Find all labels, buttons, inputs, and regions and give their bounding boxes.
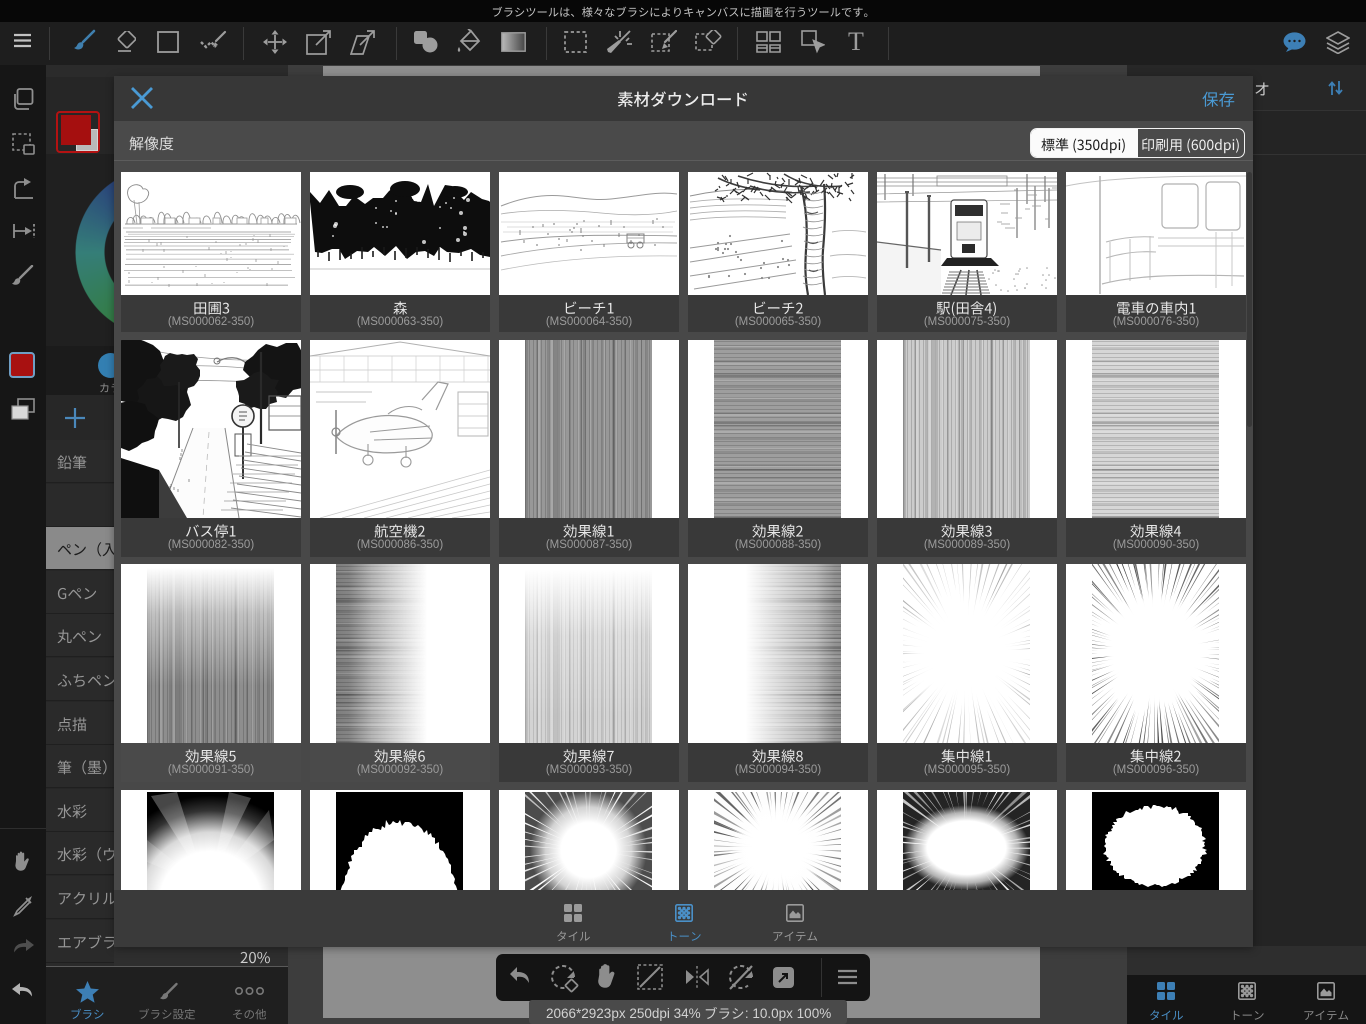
svg-text:T: T bbox=[848, 29, 864, 55]
